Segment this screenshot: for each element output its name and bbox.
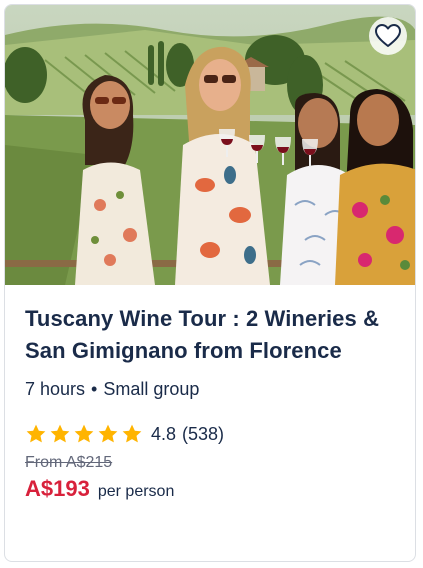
wishlist-button[interactable] — [369, 17, 407, 55]
activity-photo[interactable] — [5, 5, 415, 285]
review-count[interactable]: (538) — [182, 424, 224, 445]
star-icon — [98, 424, 118, 443]
star-icon — [122, 424, 142, 443]
star-icon — [50, 424, 70, 443]
price-unit: per person — [97, 483, 175, 500]
star-icon — [74, 424, 94, 443]
rating-value: 4.8 — [151, 423, 177, 444]
duration-label: 7 hours — [25, 379, 86, 399]
star-rating — [25, 423, 143, 445]
price-row: A$193 per person — [25, 476, 395, 502]
original-price: From A$215 — [25, 454, 113, 471]
activity-card[interactable]: Tuscany Wine Tour : 2 Wineries & San Gim… — [4, 4, 416, 562]
rating-row: 4.8 (538) — [25, 422, 395, 446]
card-content: Tuscany Wine Tour : 2 Wineries & San Gim… — [5, 285, 415, 502]
photo-illustration — [5, 5, 415, 285]
heart-outline-icon — [375, 24, 401, 47]
activity-title[interactable]: Tuscany Wine Tour : 2 Wineries & San Gim… — [25, 303, 395, 367]
activity-meta: 7 hours • Small group — [25, 379, 395, 400]
current-price: A$193 — [25, 476, 90, 501]
star-icon — [26, 424, 46, 443]
meta-separator: • — [91, 379, 98, 399]
group-size-label: Small group — [103, 379, 200, 399]
